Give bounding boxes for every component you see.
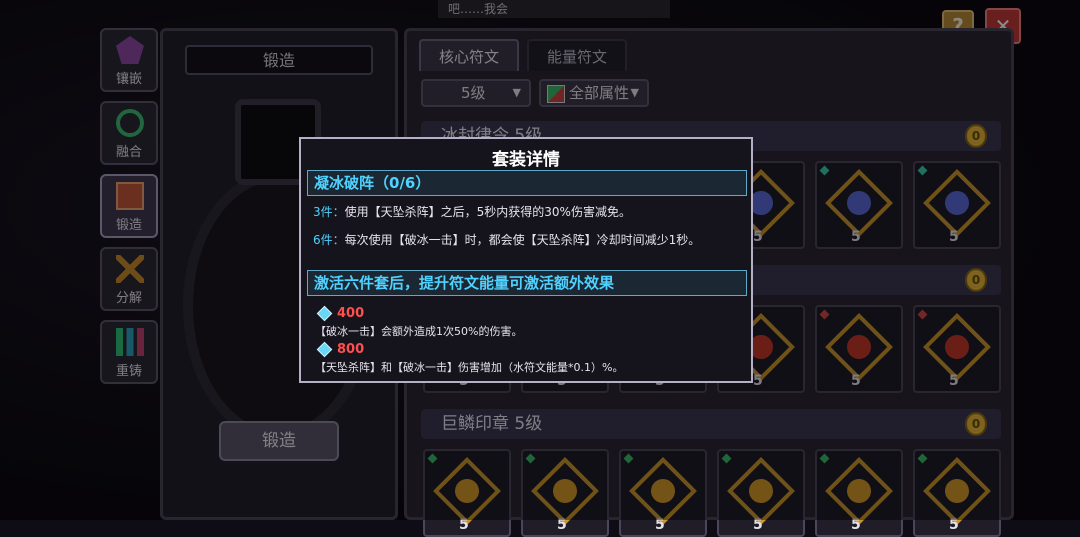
energy-effect-800: 【天坠杀阵】和【破冰一击】伤害增加（水符文能量*0.1）%。 <box>315 361 624 374</box>
set-name-header: 凝冰破阵（0/6） <box>307 170 747 196</box>
popup-title: 套装详情 <box>492 150 560 170</box>
energy-gem-icon <box>316 305 333 322</box>
set-details-popup: 套装详情 凝冰破阵（0/6） 3件：使用【天坠杀阵】之后，5秒内获得的30%伤害… <box>299 137 753 383</box>
bonus-6-piece: 6件：每次使用【破冰一击】时，都会使【天坠杀阵】冷却时间减少1秒。 <box>313 233 701 247</box>
bonus-3-piece: 3件：使用【天坠杀阵】之后，5秒内获得的30%伤害减免。 <box>313 205 631 219</box>
energy-gem-icon <box>316 341 333 358</box>
energy-effect-400: 【破冰一击】会额外造成1次50%的伤害。 <box>315 325 523 338</box>
extra-effect-header: 激活六件套后，提升符文能量可激活额外效果 <box>307 270 747 296</box>
